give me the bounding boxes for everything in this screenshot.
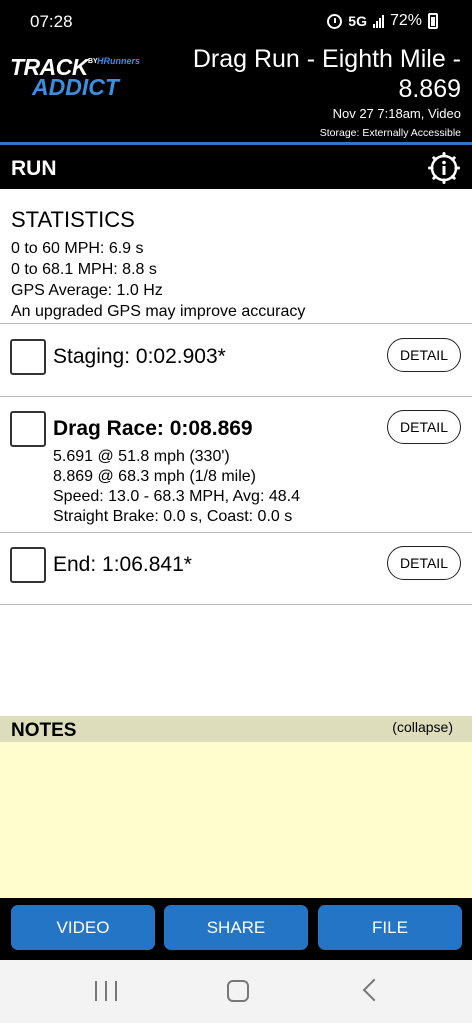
divider (0, 604, 472, 605)
battery-icon (428, 13, 438, 29)
end-detail-button[interactable]: DETAIL (387, 546, 461, 580)
statistics-section: STATISTICS 0 to 60 MPH: 6.9 s 0 to 68.1 … (11, 207, 305, 322)
storage-status: Storage: Externally Accessible (319, 127, 461, 139)
video-button[interactable]: VIDEO (11, 905, 155, 950)
header-divider (0, 142, 472, 145)
session-subtitle: Nov 27 7:18am, Video (332, 106, 461, 121)
track-addict-logo: TRACK BY HRunners ADDICT (10, 54, 141, 100)
signal-icon (372, 14, 384, 28)
info-icon[interactable] (428, 152, 460, 184)
drag-race-details: 5.691 @ 51.8 mph (330') 8.869 @ 68.3 mph… (53, 447, 300, 527)
app-header: TRACK BY HRunners ADDICT Drag Run - Eigh… (0, 44, 472, 144)
end-title: End: 1:06.841* (53, 553, 192, 576)
drag-race-detail-line: Straight Brake: 0.0 s, Coast: 0.0 s (53, 508, 293, 525)
notes-input[interactable] (0, 742, 472, 898)
end-checkbox[interactable] (10, 547, 46, 583)
statistic-line: 0 to 60 MPH: 6.9 s (11, 240, 144, 257)
staging-title: Staging: 0:02.903* (53, 345, 226, 368)
section-label: RUN (11, 157, 57, 180)
file-button[interactable]: FILE (318, 905, 462, 950)
share-button[interactable]: SHARE (164, 905, 308, 950)
statistic-line: 0 to 68.1 MPH: 8.8 s (11, 261, 157, 278)
section-bar: RUN (0, 147, 472, 189)
status-time: 07:28 (30, 12, 73, 31)
staging-checkbox[interactable] (10, 339, 46, 375)
back-icon[interactable] (362, 978, 386, 1002)
alarm-icon (327, 13, 343, 29)
network-label: 5G (348, 13, 367, 29)
action-bar: VIDEO SHARE FILE (0, 898, 472, 960)
notes-header: NOTES (collapse) (0, 716, 472, 742)
drag-race-checkbox[interactable] (10, 411, 46, 447)
session-title: Drag Run - Eighth Mile - 8.869 (192, 45, 461, 103)
staging-detail-button[interactable]: DETAIL (387, 338, 461, 372)
notes-label: NOTES (11, 720, 77, 741)
system-nav-bar (0, 960, 472, 1023)
statistic-line: GPS Average: 1.0 Hz (11, 282, 163, 299)
recents-icon[interactable] (95, 981, 117, 1001)
segment-drag-race: Drag Race: 0:08.869 5.691 @ 51.8 mph (33… (0, 397, 472, 532)
home-icon[interactable] (227, 980, 249, 1002)
statistic-line: An upgraded GPS may improve accuracy (11, 303, 306, 320)
segment-staging: Staging: 0:02.903* DETAIL (0, 324, 472, 396)
run-content: STATISTICS 0 to 60 MPH: 6.9 s 0 to 68.1 … (0, 189, 472, 716)
drag-race-detail-line: 8.869 @ 68.3 mph (1/8 mile) (53, 468, 257, 485)
segment-end: End: 1:06.841* DETAIL (0, 533, 472, 605)
status-icons: 5G 72% (327, 12, 438, 30)
notes-collapse-link[interactable]: (collapse) (392, 719, 453, 735)
status-bar: 07:28 5G 72% (0, 0, 472, 44)
drag-race-detail-button[interactable]: DETAIL (387, 410, 461, 444)
drag-race-title: Drag Race: 0:08.869 (53, 417, 253, 440)
battery-percent: 72% (389, 12, 422, 29)
drag-race-detail-line: Speed: 13.0 - 68.3 MPH, Avg: 48.4 (53, 488, 300, 505)
statistics-heading: STATISTICS (11, 207, 135, 232)
drag-race-detail-line: 5.691 @ 51.8 mph (330') (53, 448, 230, 465)
